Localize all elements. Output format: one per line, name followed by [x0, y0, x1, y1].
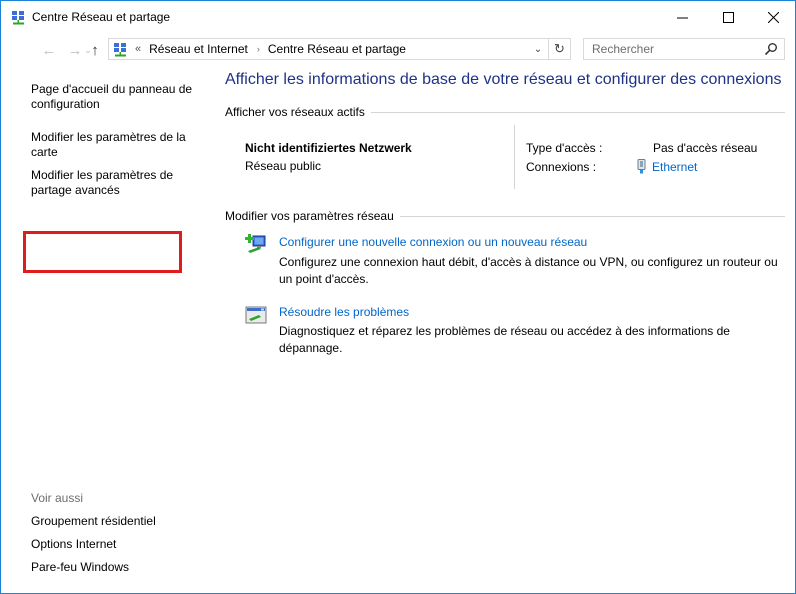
- close-button[interactable]: [750, 1, 796, 33]
- network-icon: [12, 11, 24, 25]
- see-also-link-internet-options[interactable]: Options Internet: [31, 537, 116, 551]
- refresh-icon: ↻: [554, 41, 565, 56]
- network-sharing-center-window: Centre Réseau et partage ← → ⌄ ↑ « Résea: [0, 0, 796, 594]
- access-type-label: Type d'accès :: [526, 141, 603, 155]
- sidebar-link-change-adapter-settings[interactable]: Modifier les paramètres de la carte: [31, 130, 201, 160]
- hidden-path-chevron-icon[interactable]: «: [135, 43, 141, 55]
- breadcrumb-separator-icon[interactable]: ›: [257, 44, 260, 54]
- divider: [370, 111, 785, 113]
- breadcrumb-network-internet[interactable]: Réseau et Internet: [149, 42, 248, 56]
- troubleshoot-icon: [245, 306, 267, 324]
- active-networks-title: Afficher vos réseaux actifs: [225, 105, 365, 119]
- up-arrow-icon: ↑: [91, 41, 99, 59]
- address-bar[interactable]: « Réseau et Internet › Centre Réseau et …: [108, 38, 549, 60]
- sidebar-link-advanced-sharing-settings[interactable]: Modifier les paramètres de partage avanc…: [31, 168, 201, 198]
- maximize-button[interactable]: [705, 1, 751, 33]
- back-button[interactable]: ←: [39, 39, 59, 61]
- ethernet-connection-link[interactable]: Ethernet: [637, 159, 697, 174]
- close-icon: [767, 11, 779, 23]
- active-networks-section-header: Afficher vos réseaux actifs: [225, 105, 785, 119]
- chevron-down-icon: ⌄: [533, 43, 543, 55]
- search-box[interactable]: [583, 38, 785, 60]
- minimize-icon: [676, 17, 688, 18]
- see-also-link-windows-firewall[interactable]: Pare-feu Windows: [31, 560, 129, 574]
- change-settings-section-header: Modifier vos paramètres réseau: [225, 209, 785, 223]
- troubleshoot-problems-description: Diagnostiquez et réparez les problèmes d…: [279, 324, 730, 355]
- network-name: Nicht identifiziertes Netzwerk: [245, 141, 412, 155]
- sidebar-link-control-panel-home[interactable]: Page d'accueil du panneau de configurati…: [31, 82, 201, 112]
- navigation-bar: ← → ⌄ ↑ « Réseau et Internet › Centre Ré…: [1, 35, 795, 65]
- window-title: Centre Réseau et partage: [32, 10, 171, 24]
- access-type-value: Pas d'accès réseau: [653, 141, 758, 155]
- setup-new-connection-link[interactable]: Configurer une nouvelle connexion ou un …: [279, 235, 587, 249]
- network-icon: [114, 42, 126, 56]
- see-also-link-homegroup[interactable]: Groupement résidentiel: [31, 514, 156, 528]
- divider: [399, 215, 785, 217]
- address-dropdown-button[interactable]: ⌄: [530, 41, 546, 57]
- main-content: Afficher les informations de base de vot…: [216, 65, 795, 593]
- sidebar: Page d'accueil du panneau de configurati…: [1, 65, 216, 593]
- change-settings-title: Modifier vos paramètres réseau: [225, 209, 394, 223]
- connections-label: Connexions :: [526, 160, 597, 174]
- back-arrow-icon: ←: [41, 41, 57, 59]
- ethernet-link-text[interactable]: Ethernet: [652, 160, 697, 174]
- forward-arrow-icon: →: [67, 41, 83, 59]
- troubleshoot-problems-link[interactable]: Résoudre les problèmes: [279, 305, 409, 319]
- search-icon[interactable]: [764, 42, 778, 56]
- page-title: Afficher les informations de base de vot…: [225, 71, 782, 88]
- vertical-divider: [514, 125, 515, 189]
- forward-button[interactable]: →: [65, 39, 85, 61]
- refresh-button[interactable]: ↻: [549, 38, 571, 60]
- breadcrumb-network-sharing-center[interactable]: Centre Réseau et partage: [268, 42, 406, 56]
- up-button[interactable]: ↑: [87, 39, 103, 61]
- highlight-box: [23, 231, 182, 273]
- minimize-button[interactable]: [659, 1, 705, 33]
- ethernet-cable-icon: [637, 159, 646, 174]
- network-profile-type: Réseau public: [245, 159, 322, 173]
- maximize-icon: [722, 11, 734, 23]
- setup-new-connection-description: Configurez une connexion haut débit, d'a…: [279, 255, 778, 286]
- search-input[interactable]: [592, 40, 762, 58]
- title-bar: Centre Réseau et partage: [1, 1, 795, 33]
- new-connection-icon: [245, 234, 266, 253]
- see-also-heading: Voir aussi: [31, 491, 84, 505]
